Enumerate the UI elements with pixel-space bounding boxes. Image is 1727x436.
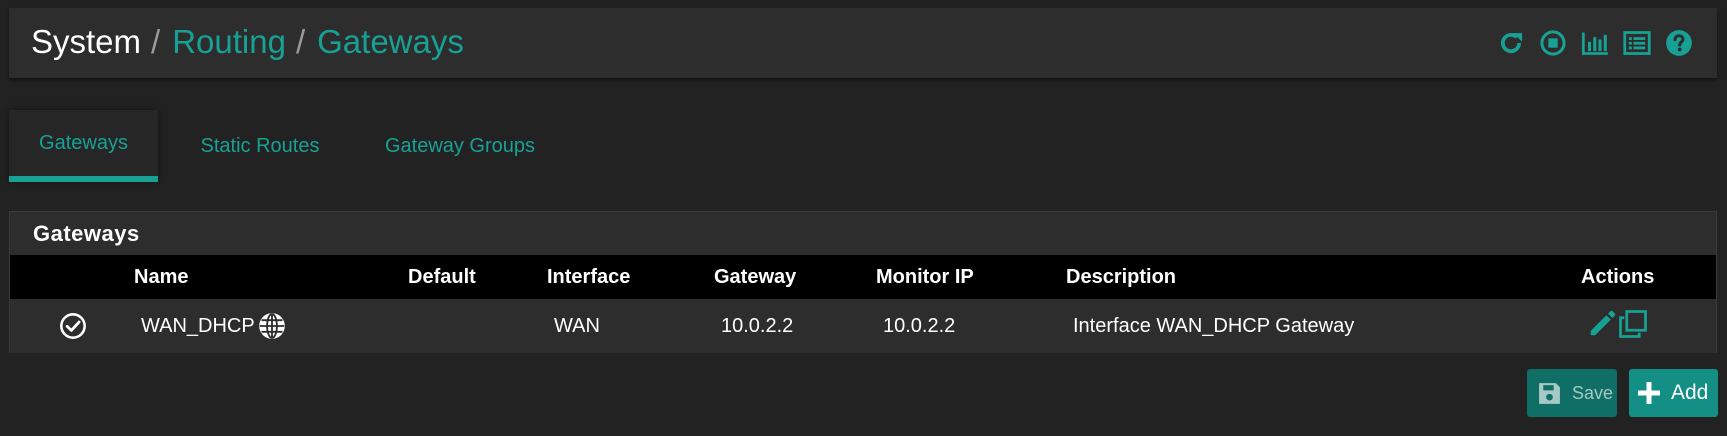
panel-title: Gateways <box>33 221 140 246</box>
globe-icon <box>259 313 285 339</box>
breadcrumb: System / Routing / Gateways <box>31 22 464 62</box>
row-interface-cell: WAN <box>554 315 600 337</box>
plus-icon <box>1638 382 1660 404</box>
row-monitor-ip-cell: 10.0.2.2 <box>883 315 956 337</box>
help-icon[interactable] <box>1665 29 1693 57</box>
add-button-label: Add <box>1671 381 1709 404</box>
check-circle-icon <box>60 313 86 339</box>
save-icon <box>1539 382 1560 404</box>
bar-chart-icon[interactable] <box>1581 29 1609 57</box>
copy-icon[interactable] <box>1618 309 1648 339</box>
column-header-interface[interactable]: Interface <box>547 255 630 299</box>
breadcrumb-separator: / <box>295 23 306 60</box>
tab-gateways[interactable]: Gateways <box>9 110 158 182</box>
page-header: System / Routing / Gateways <box>9 8 1717 78</box>
gateways-panel: Gateways Name Default Interface Gateway … <box>9 211 1717 353</box>
column-header-name[interactable]: Name <box>134 255 188 299</box>
column-header-gateway[interactable]: Gateway <box>714 255 796 299</box>
breadcrumb-gateways[interactable]: Gateways <box>317 22 464 62</box>
tab-gateway-groups[interactable]: Gateway Groups <box>367 110 553 182</box>
column-header-default[interactable]: Default <box>408 255 476 299</box>
column-header-actions: Actions <box>1581 266 1655 288</box>
add-button[interactable]: Add <box>1629 369 1718 417</box>
header-icon-bar <box>1497 29 1693 57</box>
breadcrumb-separator: / <box>151 23 161 60</box>
row-description-cell: Interface WAN_DHCP Gateway <box>1073 315 1355 337</box>
row-gateway-cell: 10.0.2.2 <box>721 315 794 337</box>
table-header: Name Default Interface Gateway Monitor I… <box>10 255 1716 299</box>
row-name-cell: WAN_DHCP <box>141 299 255 353</box>
reload-icon[interactable] <box>1497 29 1525 57</box>
breadcrumb-system: System <box>31 23 142 60</box>
breadcrumb-routing[interactable]: Routing <box>172 22 286 62</box>
stop-circle-icon[interactable] <box>1539 29 1567 57</box>
column-header-description[interactable]: Description <box>1066 255 1176 299</box>
table-row: WAN_DHCP WAN 10.0.2.2 10.0.2.2 Interface… <box>10 299 1716 353</box>
edit-pencil-icon[interactable] <box>1587 309 1617 339</box>
save-button[interactable]: Save <box>1527 369 1617 417</box>
column-header-monitor-ip[interactable]: Monitor IP <box>876 255 974 299</box>
tab-static-routes[interactable]: Static Routes <box>177 110 343 182</box>
save-button-label: Save <box>1572 382 1614 403</box>
gateway-name: WAN_DHCP <box>141 315 255 337</box>
list-icon[interactable] <box>1623 29 1651 57</box>
